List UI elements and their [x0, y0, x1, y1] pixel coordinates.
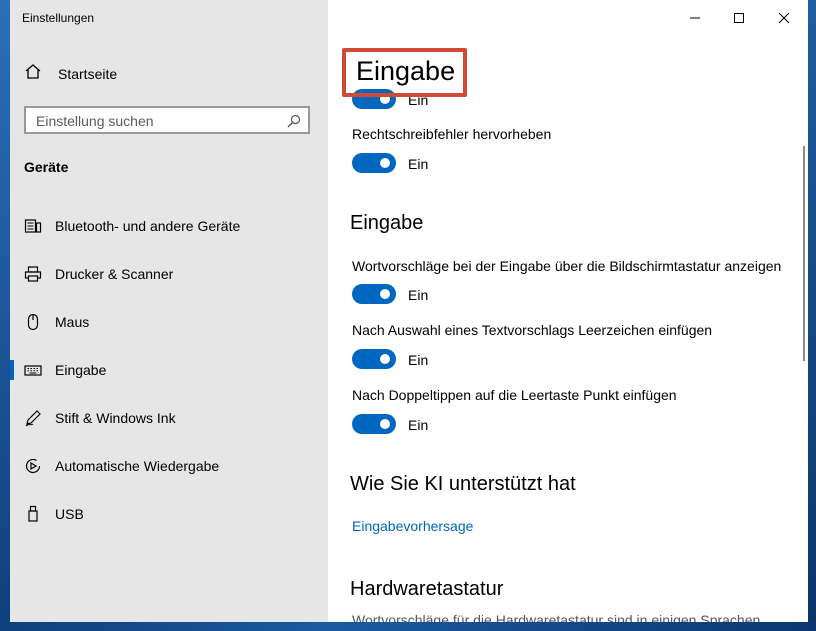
home-icon	[24, 63, 42, 86]
desktop-background-right	[808, 0, 816, 631]
toggle-state: Ein	[408, 417, 429, 433]
scrollbar[interactable]	[803, 146, 805, 361]
setting-label: Wortvorschläge bei der Eingabe über die …	[352, 258, 782, 274]
home-nav-item[interactable]: Startseite	[24, 63, 118, 86]
search-icon[interactable]	[287, 114, 301, 128]
active-indicator	[10, 360, 14, 380]
mouse-icon	[24, 313, 42, 331]
sidebar: Einstellungen Startseite Einstellung suc…	[10, 0, 328, 622]
typing-insights-link[interactable]: Eingabevorhersage	[352, 518, 473, 534]
window-title: Einstellungen	[22, 11, 95, 25]
sidebar-item-label: Bluetooth- und andere Geräte	[55, 218, 241, 234]
page-title: Eingabe	[352, 58, 460, 85]
partial-toggle-state: Ein	[408, 92, 429, 108]
highlight-misspelled-label: Rechtschreibfehler hervorheben	[352, 126, 552, 142]
sidebar-section-heading: Geräte	[24, 159, 69, 175]
sidebar-item-typing[interactable]: Eingabe	[10, 350, 328, 390]
home-label: Startseite	[58, 66, 118, 82]
setting-label: Nach Auswahl eines Textvorschlags Leerze…	[352, 322, 713, 338]
sidebar-item-usb[interactable]: USB	[10, 494, 328, 534]
minimize-icon	[690, 17, 700, 19]
usb-icon	[24, 505, 42, 523]
sidebar-item-bluetooth[interactable]: Bluetooth- und andere Geräte	[10, 206, 328, 246]
keyboard-icon	[24, 361, 42, 379]
partial-toggle[interactable]	[352, 89, 396, 109]
toggle-state: Ein	[408, 156, 429, 172]
sidebar-item-label: USB	[55, 506, 84, 522]
desktop-background-left	[0, 0, 10, 631]
pen-icon	[24, 409, 42, 427]
hardware-section-description: Wortvorschläge für die Hardwaretastatur …	[352, 612, 761, 622]
search-placeholder: Einstellung suchen	[36, 113, 154, 129]
ai-section-title: Wie Sie KI unterstützt hat	[350, 473, 576, 495]
toggle-state: Ein	[408, 352, 429, 368]
settings-window: Einstellungen Startseite Einstellung suc…	[10, 0, 808, 622]
typing-section-title: Eingabe	[350, 212, 424, 234]
sidebar-item-label: Drucker & Scanner	[55, 266, 174, 282]
minimize-button[interactable]	[672, 4, 718, 32]
close-button[interactable]	[761, 4, 807, 32]
printer-icon	[24, 265, 42, 283]
add-space-toggle[interactable]	[352, 349, 396, 369]
maximize-icon	[734, 13, 744, 23]
hardware-section-title: Hardwaretastatur	[350, 578, 504, 600]
sidebar-item-label: Eingabe	[55, 362, 107, 378]
sidebar-item-label: Automatische Wiedergabe	[55, 458, 220, 474]
sidebar-item-autoplay[interactable]: Automatische Wiedergabe	[10, 446, 328, 486]
bluetooth-devices-icon	[24, 217, 42, 235]
word-suggestions-toggle[interactable]	[352, 284, 396, 304]
sidebar-item-mouse[interactable]: Maus	[10, 302, 328, 342]
content-pane: Ein Eingabe Rechtschreibfehler hervorheb…	[328, 0, 808, 622]
setting-label: Nach Doppeltippen auf die Leertaste Punk…	[352, 387, 677, 403]
sidebar-item-pen[interactable]: Stift & Windows Ink	[10, 398, 328, 438]
desktop-background-bottom	[0, 622, 816, 631]
maximize-button[interactable]	[716, 4, 762, 32]
close-icon	[778, 12, 790, 24]
autoplay-icon	[24, 457, 42, 475]
search-input[interactable]: Einstellung suchen	[24, 106, 310, 134]
sidebar-item-printers[interactable]: Drucker & Scanner	[10, 254, 328, 294]
toggle-state: Ein	[408, 287, 429, 303]
highlight-misspelled-toggle[interactable]	[352, 153, 396, 173]
sidebar-item-label: Stift & Windows Ink	[55, 410, 176, 426]
double-tap-period-toggle[interactable]	[352, 414, 396, 434]
sidebar-item-label: Maus	[55, 314, 90, 330]
